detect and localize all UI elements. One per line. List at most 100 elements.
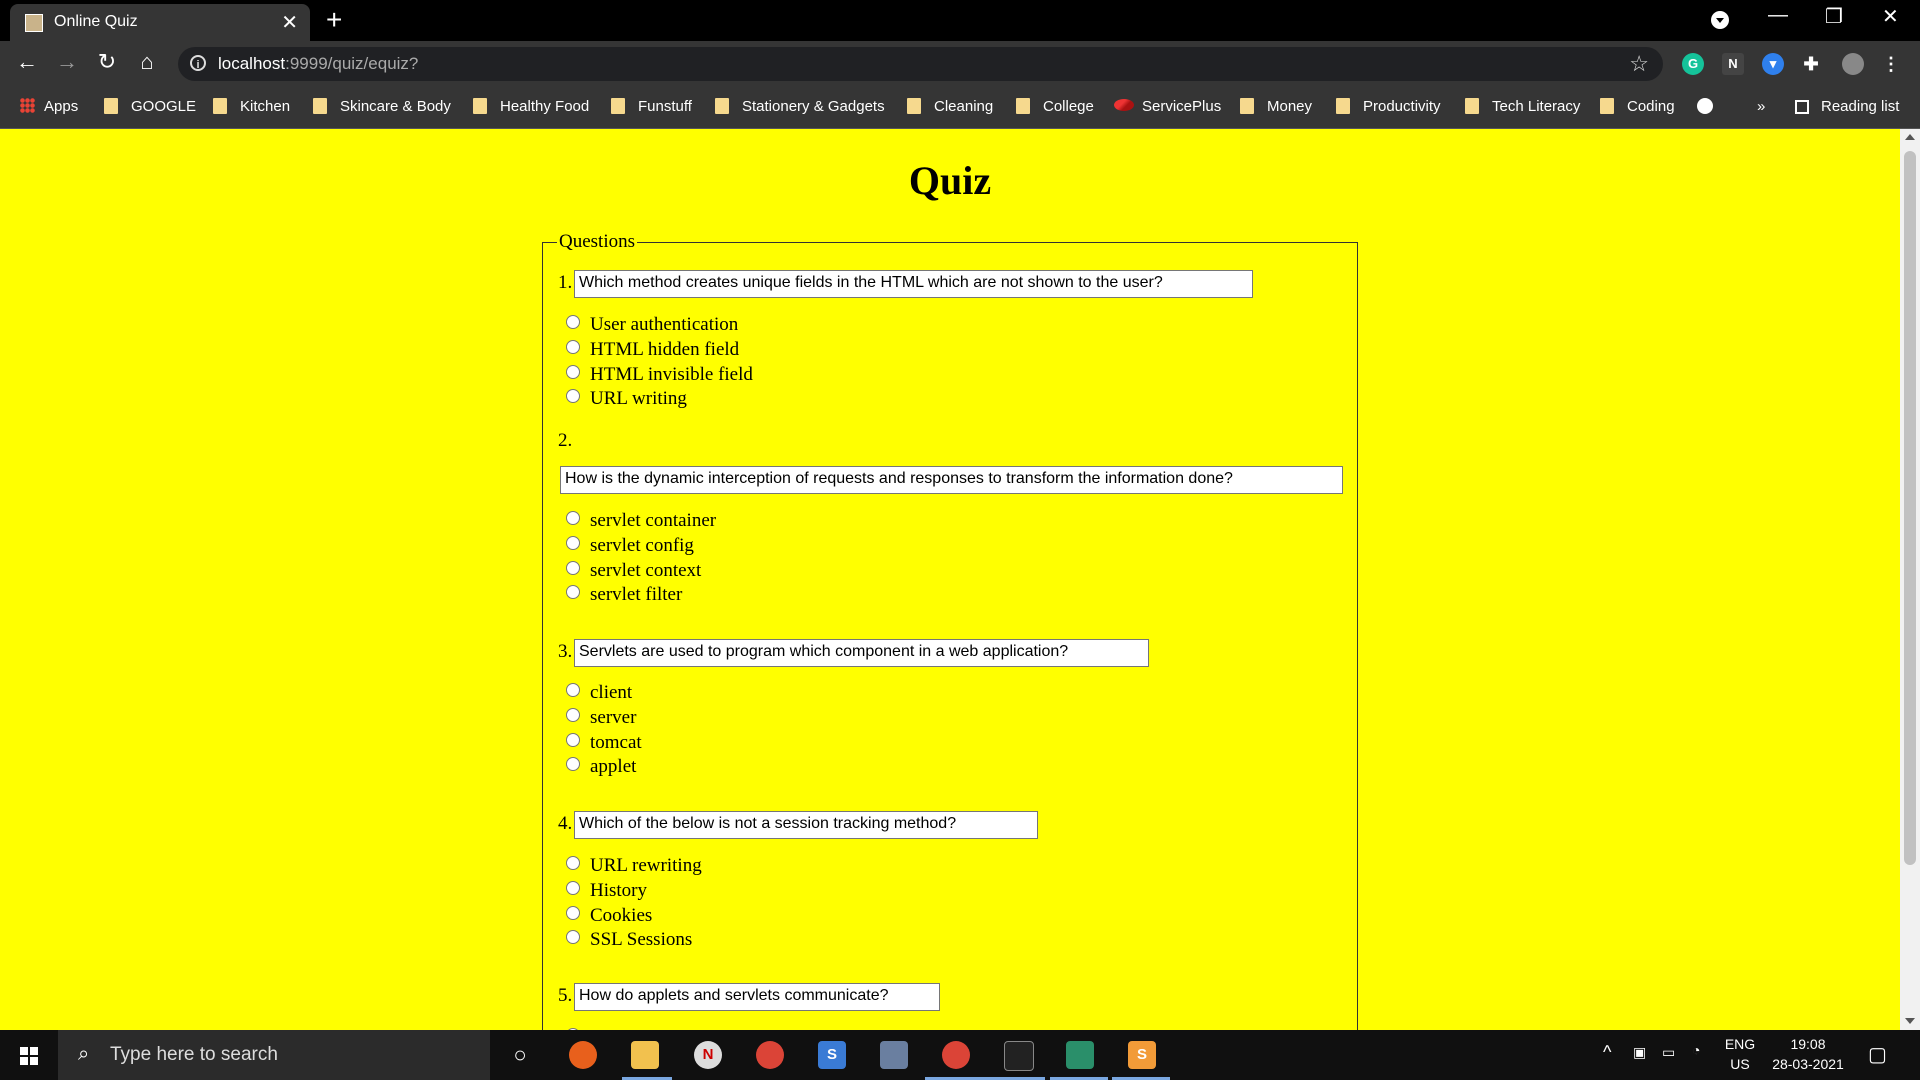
option-radio[interactable]: User authentication — [566, 314, 738, 336]
app-icon[interactable]: S — [818, 1041, 846, 1069]
option-radio[interactable]: tomcat — [566, 732, 642, 754]
bookmark-google[interactable]: GOOGLE — [104, 98, 196, 115]
question-text-box[interactable]: Servlets are used to program which compo… — [574, 639, 1149, 667]
bookmark-college[interactable]: College — [1016, 98, 1094, 115]
question-text-box[interactable]: Which method creates unique fields in th… — [574, 270, 1253, 298]
bookmark-star-icon[interactable]: ☆ — [1629, 51, 1649, 77]
option-radio[interactable]: Cookies — [566, 905, 652, 927]
notifications-icon[interactable]: ▢ — [1868, 1042, 1887, 1067]
browser-menu-icon[interactable]: ⋮ — [1880, 53, 1902, 75]
bookmark-skincare[interactable]: Skincare & Body — [313, 98, 451, 115]
radio-button[interactable] — [566, 315, 580, 329]
option-radio[interactable]: HTML hidden field — [566, 339, 739, 361]
bookmark-funstuff[interactable]: Funstuff — [611, 98, 692, 115]
question-text-box[interactable]: How is the dynamic interception of reque… — [560, 466, 1343, 494]
restore-icon[interactable]: ❐ — [1825, 4, 1843, 29]
radio-button[interactable] — [566, 340, 580, 354]
sublime-text-icon[interactable]: S — [1128, 1041, 1156, 1069]
question-text-box[interactable]: How do applets and servlets communicate? — [574, 983, 940, 1011]
back-icon[interactable]: ← — [12, 49, 42, 75]
scroll-up-icon[interactable] — [1905, 134, 1915, 140]
site-info-icon[interactable]: i — [190, 55, 206, 71]
bookmark-tech-literacy[interactable]: Tech Literacy — [1465, 98, 1580, 115]
radio-button[interactable] — [566, 906, 580, 920]
option-radio[interactable]: server — [566, 707, 636, 729]
bookmark-coding[interactable]: Coding — [1600, 98, 1675, 115]
radio-button[interactable] — [566, 561, 580, 575]
option-radio[interactable]: URL rewriting — [566, 855, 702, 877]
home-icon[interactable]: ⌂ — [132, 49, 162, 75]
tab-close-icon[interactable]: ✕ — [281, 10, 298, 35]
radio-button[interactable] — [566, 757, 580, 771]
firefox-icon[interactable] — [569, 1041, 597, 1069]
app-icon[interactable]: N — [694, 1041, 722, 1069]
page-scrollbar[interactable] — [1900, 129, 1920, 1030]
download-extension-icon[interactable]: ▾ — [1762, 53, 1784, 75]
taskbar-search-box[interactable]: ⌕ Type here to search — [58, 1030, 490, 1080]
option-radio[interactable]: SSL Sessions — [566, 929, 692, 951]
option-radio[interactable]: servlet container — [566, 510, 716, 532]
radio-button[interactable] — [566, 683, 580, 697]
window-close-icon[interactable]: ✕ — [1882, 4, 1899, 29]
bookmark-globe[interactable] — [1697, 98, 1713, 115]
meet-now-icon[interactable]: ▣ — [1633, 1044, 1646, 1061]
bookmark-money[interactable]: Money — [1240, 98, 1312, 115]
notion-extension-icon[interactable]: N — [1722, 53, 1744, 75]
option-radio[interactable]: HTML invisible field — [566, 364, 753, 386]
bookmark-serviceplus[interactable]: ServicePlus — [1114, 98, 1221, 115]
battery-icon[interactable]: ▭ — [1662, 1044, 1675, 1061]
radio-button[interactable] — [566, 511, 580, 525]
reading-list-button[interactable]: Reading list — [1795, 98, 1899, 115]
new-tab-icon[interactable]: + — [326, 4, 342, 36]
language-indicator[interactable]: ENG US — [1720, 1036, 1760, 1072]
bookmark-stationery[interactable]: Stationery & Gadgets — [715, 98, 885, 115]
bookmarks-overflow[interactable]: » — [1757, 98, 1765, 115]
question-text-box[interactable]: Which of the below is not a session trac… — [574, 811, 1038, 839]
extensions-puzzle-icon[interactable]: ✚ — [1800, 53, 1822, 75]
option-radio[interactable]: servlet filter — [566, 584, 682, 606]
grammarly-extension-icon[interactable]: G — [1682, 53, 1704, 75]
chrome-icon[interactable] — [756, 1041, 784, 1069]
calculator-icon[interactable] — [880, 1041, 908, 1069]
scroll-down-icon[interactable] — [1905, 1018, 1915, 1024]
bookmark-healthy-food[interactable]: Healthy Food — [473, 98, 589, 115]
radio-button[interactable] — [566, 930, 580, 944]
forward-icon[interactable]: → — [52, 49, 82, 75]
option-radio[interactable]: applet — [566, 756, 636, 778]
bookmark-apps[interactable]: Apps — [20, 98, 78, 115]
terminal-icon[interactable] — [1004, 1041, 1034, 1071]
radio-button[interactable] — [566, 856, 580, 870]
windows-start-icon[interactable] — [20, 1047, 38, 1065]
radio-button[interactable] — [566, 389, 580, 403]
wifi-icon[interactable]: ◔ — [1692, 1042, 1700, 1058]
file-explorer-icon[interactable] — [631, 1041, 659, 1069]
browser-tab[interactable]: Online Quiz ✕ — [10, 4, 310, 41]
bookmark-productivity[interactable]: Productivity — [1336, 98, 1441, 115]
cortana-icon[interactable]: ○ — [506, 1041, 534, 1069]
region-label: US — [1730, 1056, 1750, 1072]
radio-button[interactable] — [566, 536, 580, 550]
minimize-icon[interactable]: — — [1768, 4, 1788, 27]
option-radio[interactable]: URL writing — [566, 388, 687, 410]
app-icon[interactable] — [1066, 1041, 1094, 1069]
chrome-icon-active[interactable] — [942, 1041, 970, 1069]
profile-avatar[interactable] — [1842, 53, 1864, 75]
bookmark-label: Healthy Food — [500, 98, 590, 115]
reload-icon[interactable]: ↻ — [92, 49, 122, 75]
radio-button[interactable] — [566, 585, 580, 599]
option-radio[interactable]: servlet context — [566, 560, 701, 582]
tab-search-icon[interactable] — [1711, 11, 1729, 29]
clock[interactable]: 19:08 28-03-2021 — [1765, 1036, 1851, 1072]
radio-button[interactable] — [566, 881, 580, 895]
address-bar[interactable]: i localhost:9999/quiz/equiz? ☆ — [178, 47, 1663, 81]
radio-button[interactable] — [566, 708, 580, 722]
tray-chevron-icon[interactable]: ^ — [1603, 1042, 1611, 1063]
bookmark-cleaning[interactable]: Cleaning — [907, 98, 993, 115]
scrollbar-thumb[interactable] — [1904, 151, 1916, 865]
option-radio[interactable]: client — [566, 682, 632, 704]
bookmark-kitchen[interactable]: Kitchen — [213, 98, 290, 115]
radio-button[interactable] — [566, 365, 580, 379]
option-radio[interactable]: History — [566, 880, 647, 902]
radio-button[interactable] — [566, 733, 580, 747]
option-radio[interactable]: servlet config — [566, 535, 694, 557]
